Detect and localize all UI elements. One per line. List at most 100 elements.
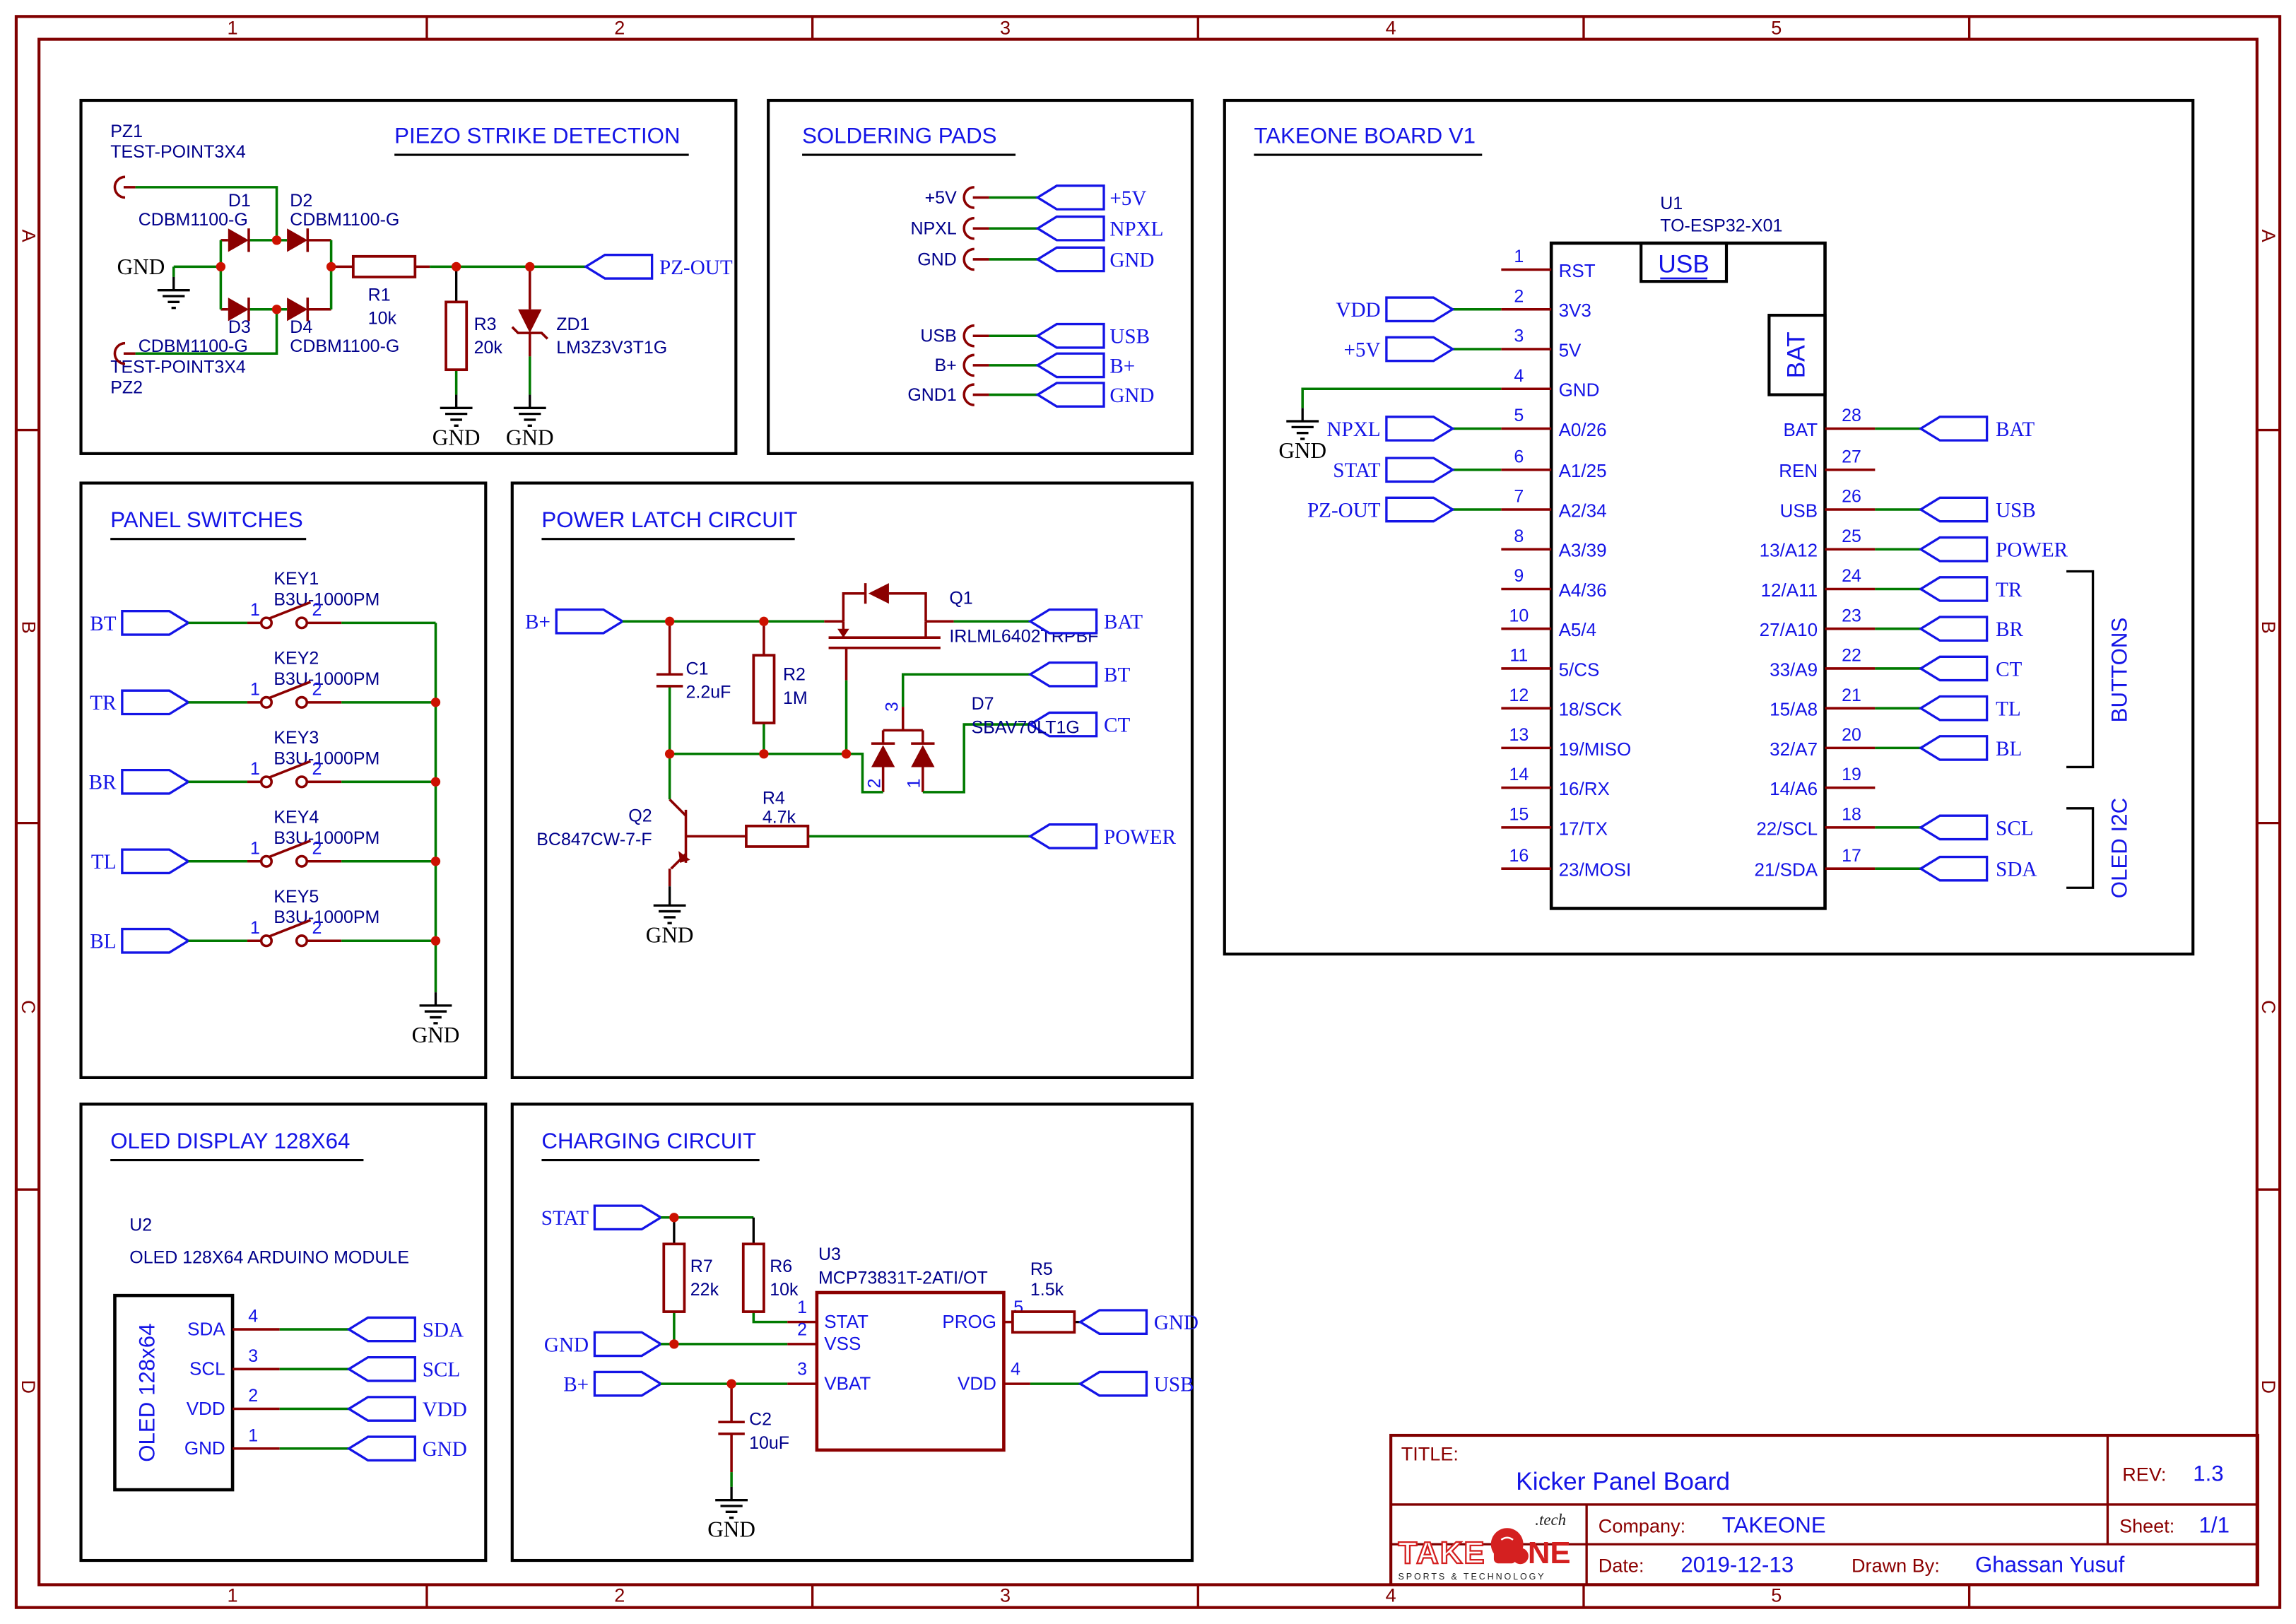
- netflag-pz-out[interactable]: [586, 255, 652, 278]
- label-r7: R7: [690, 1257, 713, 1276]
- u1-right-flags[interactable]: BAT USB POWER TR BR CT TL BL SCL SDA: [1875, 417, 2068, 881]
- switch-row-tr[interactable]: TR KEY2 B3U-1000PM 1 2: [90, 649, 435, 715]
- netflag-npxl-in[interactable]: [1387, 417, 1453, 440]
- netflag-power-out[interactable]: [1921, 538, 1987, 561]
- netflag-vdd-oled[interactable]: [349, 1397, 416, 1420]
- titleblock-company: TAKEONE: [1722, 1512, 1826, 1537]
- frame-row-c-right: C: [2258, 1000, 2280, 1014]
- netflag-bt[interactable]: [122, 611, 189, 635]
- netlabel-sda: SDA: [1996, 859, 2037, 881]
- netflag-5v[interactable]: [1037, 186, 1104, 209]
- resistor-r6[interactable]: [743, 1244, 764, 1312]
- pad-pin-gnd[interactable]: [964, 249, 975, 269]
- gnd-symbol-switches[interactable]: [420, 992, 452, 1023]
- netflag-bplus-chg[interactable]: [594, 1372, 661, 1395]
- resistor-r7[interactable]: [664, 1244, 684, 1312]
- pad-pin-usb[interactable]: [964, 326, 975, 346]
- netflag-gnd1[interactable]: [1037, 383, 1104, 406]
- netflag-sda[interactable]: [1921, 857, 1987, 881]
- netflag-bplus[interactable]: [1037, 353, 1104, 377]
- netflag-tr-sw[interactable]: [122, 690, 189, 714]
- pad-label-npxl: NPXL: [910, 219, 956, 239]
- diode-d7-a[interactable]: [871, 743, 895, 767]
- u2-pin-scl: SCL: [189, 1358, 225, 1379]
- netflag-scl[interactable]: [1921, 816, 1987, 839]
- svg-text:A5/4: A5/4: [1559, 619, 1597, 640]
- resistor-r2[interactable]: [753, 655, 774, 723]
- switch-row-bl[interactable]: BL KEY5 B3U-1000PM 1 2: [90, 887, 435, 953]
- netflag-npxl[interactable]: [1037, 217, 1104, 240]
- netflag-usb-chg[interactable]: [1081, 1372, 1147, 1395]
- netflag-vdd[interactable]: [1387, 298, 1453, 321]
- netflag-bl-sw[interactable]: [122, 929, 189, 953]
- resistor-r4[interactable]: [746, 826, 808, 847]
- label-r6: R6: [770, 1257, 792, 1276]
- netflag-gnd-chg[interactable]: [594, 1332, 661, 1355]
- gnd-symbol-zd1[interactable]: [514, 395, 546, 426]
- svg-text:13/A12: 13/A12: [1760, 540, 1818, 561]
- netflag-tr[interactable]: [1921, 577, 1987, 601]
- logo-ne-text: NE: [1528, 1536, 1571, 1570]
- netflag-pzout-in[interactable]: [1387, 498, 1453, 521]
- netflag-usb-out[interactable]: [1921, 498, 1987, 521]
- svg-text:15/A8: 15/A8: [1770, 699, 1818, 720]
- netlabel-gnd-prog: GND: [1154, 1312, 1199, 1334]
- testpoint-pz1-pin[interactable]: [114, 177, 125, 197]
- pad-row-npxl[interactable]: NPXL NPXL: [910, 217, 1163, 241]
- switch-row-tl[interactable]: TL KEY4 B3U-1000PM 1 2: [91, 808, 436, 874]
- netflag-gnd-prog[interactable]: [1081, 1310, 1147, 1334]
- pad-pin-gnd1[interactable]: [964, 384, 975, 405]
- netflag-tl[interactable]: [1921, 697, 1987, 720]
- netflag-usb[interactable]: [1037, 324, 1104, 348]
- netflag-ct[interactable]: [1921, 657, 1987, 680]
- pad-row-gnd1[interactable]: GND1 GND: [907, 383, 1154, 407]
- switch-row-bt[interactable]: BT KEY1 B3U-1000PM 1 2: [90, 569, 435, 635]
- pad-pin-5v[interactable]: [964, 187, 975, 208]
- netflag-bplus-latch[interactable]: [556, 610, 623, 633]
- pad-row-usb[interactable]: USB USB: [920, 324, 1150, 348]
- capacitor-c2[interactable]: [718, 1422, 744, 1434]
- label-d4-val: CDBM1100-G: [290, 336, 399, 356]
- u1-left-flags[interactable]: VDD +5V NPXL STAT PZ-OUT: [1307, 298, 1501, 522]
- gnd-symbol-latch[interactable]: [654, 893, 686, 924]
- schematic-canvas[interactable]: 1 2 3 4 5 1 2 3 4 5 A B C D A B C D PIEZ…: [0, 0, 2296, 1624]
- netflag-scl-oled[interactable]: [349, 1358, 416, 1381]
- netflag-bl[interactable]: [1921, 736, 1987, 760]
- netflag-plus5v[interactable]: [1387, 337, 1453, 360]
- label-key2-part: B3U-1000PM: [273, 669, 379, 689]
- pad-row-gnd[interactable]: GND GND: [917, 247, 1154, 271]
- netflag-bt-latch[interactable]: [1030, 663, 1097, 686]
- gnd-symbol-u1[interactable]: [1286, 408, 1319, 439]
- netflag-gnd-oled[interactable]: [349, 1437, 416, 1460]
- diode-d2[interactable]: [287, 228, 307, 252]
- netflag-br-sw[interactable]: [122, 770, 189, 794]
- capacitor-c1[interactable]: [657, 674, 683, 686]
- pad-row-5v[interactable]: +5V +5V: [925, 186, 1147, 210]
- netflag-bat-out[interactable]: [1921, 417, 1987, 440]
- resistor-r5[interactable]: [1013, 1312, 1074, 1332]
- netflag-tl-sw[interactable]: [122, 849, 189, 873]
- svg-text:32/A7: 32/A7: [1770, 739, 1818, 760]
- gnd-symbol-r3[interactable]: [440, 395, 473, 426]
- mosfet-q1[interactable]: [829, 583, 941, 648]
- pad-pin-bplus[interactable]: [964, 355, 975, 375]
- netflag-sda-oled[interactable]: [349, 1317, 416, 1341]
- resistor-r1[interactable]: [353, 257, 415, 277]
- bracket-oled-i2c: OLED I2C: [2066, 798, 2131, 898]
- diode-d1[interactable]: [228, 228, 249, 252]
- netflag-stat-in[interactable]: [1387, 458, 1453, 481]
- diode-d7-b[interactable]: [911, 743, 934, 767]
- netflag-stat-chg[interactable]: [594, 1206, 661, 1229]
- frame-col-1-top: 1: [228, 16, 238, 38]
- pad-row-bplus[interactable]: B+ B+: [934, 353, 1135, 377]
- resistor-r3[interactable]: [446, 302, 466, 370]
- switch-row-br[interactable]: BR KEY3 B3U-1000PM 1 2: [89, 728, 436, 794]
- pad-pin-npxl[interactable]: [964, 218, 975, 239]
- netflag-gnd[interactable]: [1037, 247, 1104, 271]
- u2-pin-scl-num: 3: [248, 1346, 258, 1366]
- gnd-symbol-bridge[interactable]: [158, 277, 190, 308]
- label-zd1-val: LM3Z3V3T1G: [556, 338, 667, 358]
- gnd-symbol-charging[interactable]: [715, 1487, 748, 1518]
- netflag-br[interactable]: [1921, 617, 1987, 640]
- netflag-power-latch[interactable]: [1030, 825, 1097, 848]
